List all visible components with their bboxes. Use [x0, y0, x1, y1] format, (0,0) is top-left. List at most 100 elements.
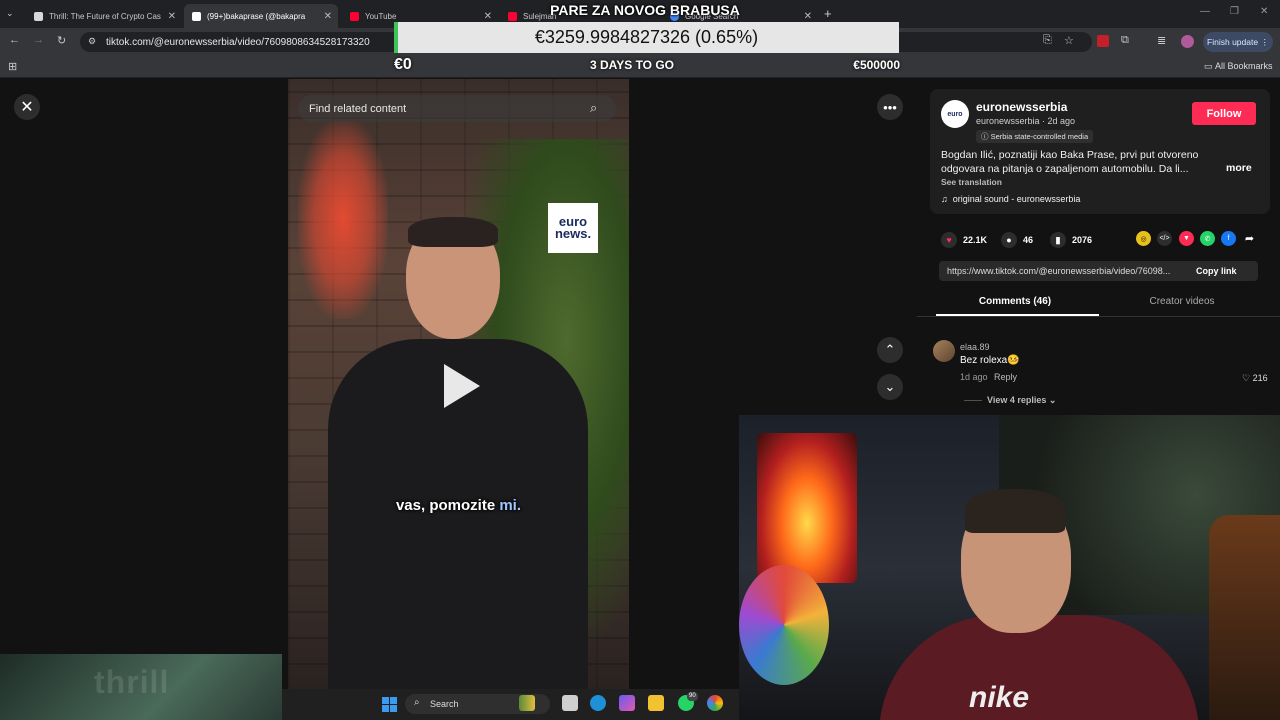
search-placeholder: Find related content: [309, 102, 407, 115]
extensions-puzzle-icon[interactable]: ⧉: [1121, 34, 1129, 47]
tab-search-dropdown-icon[interactable]: ⌄: [6, 8, 14, 19]
thrill-favicon-icon: [34, 11, 43, 21]
state-media-badge: ⓘ Serbia state-controlled media: [976, 130, 1094, 143]
sound-label: original sound - euronewsserbia: [952, 194, 1081, 204]
goal-amount: €3259.9984827326 (0.65%): [534, 27, 759, 47]
divider-line: ——: [964, 395, 988, 405]
bookmark-star-icon[interactable]: ☆: [1064, 34, 1074, 47]
shirt-logo: nike: [969, 681, 1030, 714]
badge-text: Serbia state-controlled media: [990, 132, 1089, 141]
post-description: Bogdan Ilić, poznatiji kao Baka Prase, p…: [941, 149, 1199, 175]
tab-title: Thrill: The Future of Crypto Cas: [49, 11, 161, 21]
close-video-button[interactable]: ✕: [14, 94, 40, 120]
red-paint-stain: [298, 119, 388, 319]
reply-button[interactable]: Reply: [994, 372, 1017, 382]
share-arrow-icon[interactable]: ➦: [1242, 231, 1257, 246]
author-name[interactable]: euronewsserbia: [976, 100, 1067, 114]
find-related-content-input[interactable]: Find related content: [298, 95, 616, 122]
sound-row[interactable]: ♫ original sound - euronewsserbia: [941, 194, 1080, 204]
more-options-button[interactable]: •••: [877, 94, 903, 120]
comment-button[interactable]: ● 46: [1001, 232, 1033, 248]
close-tab-icon[interactable]: ✕: [168, 11, 176, 22]
search-icon: ⌕: [414, 697, 420, 708]
facebook-icon[interactable]: f: [1221, 231, 1236, 246]
goal-days-left: 3 DAYS TO GO: [589, 58, 675, 72]
site-info-icon[interactable]: ⚙: [88, 36, 96, 47]
minimize-icon[interactable]: —: [1200, 6, 1210, 17]
all-bookmarks[interactable]: ▭ All Bookmarks: [1204, 61, 1273, 72]
view-replies-button[interactable]: —— View 4 replies ⌄: [964, 395, 1056, 406]
back-icon[interactable]: ←: [9, 34, 20, 46]
coin-icon[interactable]: ◎: [1136, 231, 1151, 246]
previous-video-button[interactable]: ⌃: [877, 337, 903, 363]
finish-update-button[interactable]: Finish update ⋮: [1203, 32, 1273, 52]
reload-icon[interactable]: ↻: [57, 34, 66, 47]
folder-icon: ▭: [1204, 61, 1213, 71]
extension-icon[interactable]: [1097, 35, 1109, 47]
embed-icon[interactable]: </>: [1157, 231, 1172, 246]
commenter-username[interactable]: elaa.89: [960, 342, 990, 352]
bookmark-icon: ▮: [1050, 232, 1066, 248]
follow-button[interactable]: Follow: [1192, 102, 1256, 125]
streamer-hair: [965, 489, 1065, 533]
install-app-icon[interactable]: ⎘: [1043, 34, 1052, 47]
chevron-down-icon: ⌄: [1048, 395, 1057, 405]
save-button[interactable]: ▮ 2076: [1050, 232, 1092, 248]
close-tab-icon[interactable]: ✕: [324, 11, 332, 22]
info-icon: ⓘ: [981, 132, 991, 141]
commenter-avatar[interactable]: [933, 340, 955, 362]
tab-title: YouTube: [365, 11, 397, 21]
sponsor-logo-text: thrill: [94, 664, 170, 700]
finish-update-label: Finish update: [1207, 37, 1259, 47]
all-bookmarks-label: All Bookmarks: [1215, 61, 1273, 71]
url-text: tiktok.com/@euronewsserbia/video/7609808…: [106, 36, 370, 48]
chrome-icon[interactable]: [707, 695, 723, 711]
comment-like-count: 216: [1252, 373, 1268, 383]
comment-icon: ●: [1001, 232, 1017, 248]
copilot-icon[interactable]: [619, 695, 635, 711]
search-icon[interactable]: ⌕: [590, 100, 597, 116]
view-replies-label: View 4 replies: [987, 395, 1047, 405]
music-note-icon: ♫: [941, 194, 953, 204]
rainbow-ball: [739, 565, 829, 685]
close-window-icon[interactable]: ✕: [1260, 6, 1268, 17]
comment-text: Bez rolexa🤒: [960, 355, 1020, 366]
heart-outline-icon: ♡: [1242, 373, 1251, 383]
see-translation-link[interactable]: See translation: [941, 177, 1002, 187]
profile-avatar[interactable]: [1181, 35, 1194, 48]
subtitle-text: vas, pomozite: [395, 497, 500, 514]
tab-thrill[interactable]: Thrill: The Future of Crypto Cas ✕: [26, 4, 182, 28]
whatsapp-icon[interactable]: ✆: [1200, 231, 1215, 246]
news-widget-icon[interactable]: [519, 695, 535, 711]
edge-icon[interactable]: [590, 695, 606, 711]
next-video-button[interactable]: ⌄: [877, 374, 903, 400]
apps-grid-icon[interactable]: ⊞: [8, 60, 17, 73]
media-control-icon[interactable]: ≣: [1157, 34, 1166, 47]
author-avatar[interactable]: euro: [941, 100, 969, 128]
tab-creator-videos[interactable]: Creator videos: [1100, 296, 1264, 307]
fireplace-screen: [757, 433, 857, 583]
copy-link-button[interactable]: Copy link: [1196, 266, 1237, 276]
comment-time: 1d ago: [960, 372, 988, 382]
euronews-logo: euro news.: [548, 203, 598, 253]
comment-count: 46: [1023, 235, 1034, 245]
maximize-icon[interactable]: ❐: [1230, 6, 1239, 17]
send-icon[interactable]: ▼: [1179, 231, 1194, 246]
tab-divider: [917, 316, 1280, 317]
comment-like-button[interactable]: ♡ 216: [1242, 373, 1268, 384]
forward-icon[interactable]: →: [33, 34, 44, 46]
task-view-icon[interactable]: [562, 695, 578, 711]
like-button[interactable]: ♥ 22.1K: [941, 232, 987, 248]
tab-tiktok[interactable]: (99+)bakaprase (@bakapra ✕: [184, 4, 338, 28]
goal-title: PARE ZA NOVOG BRABUSA: [550, 2, 740, 18]
file-explorer-icon[interactable]: [648, 695, 664, 711]
tab-comments[interactable]: Comments (46): [930, 296, 1100, 307]
streamer-shirt: [879, 615, 1199, 720]
more-link[interactable]: more: [1226, 162, 1252, 174]
tab-title: (99+)bakaprase (@bakapra: [207, 11, 306, 21]
subtitle-highlight: mi.: [499, 497, 522, 514]
play-icon[interactable]: [444, 364, 480, 408]
new-tab-button[interactable]: +: [824, 6, 832, 21]
chevron-up-icon: ⌃: [884, 342, 896, 357]
windows-start-icon[interactable]: [382, 697, 397, 712]
